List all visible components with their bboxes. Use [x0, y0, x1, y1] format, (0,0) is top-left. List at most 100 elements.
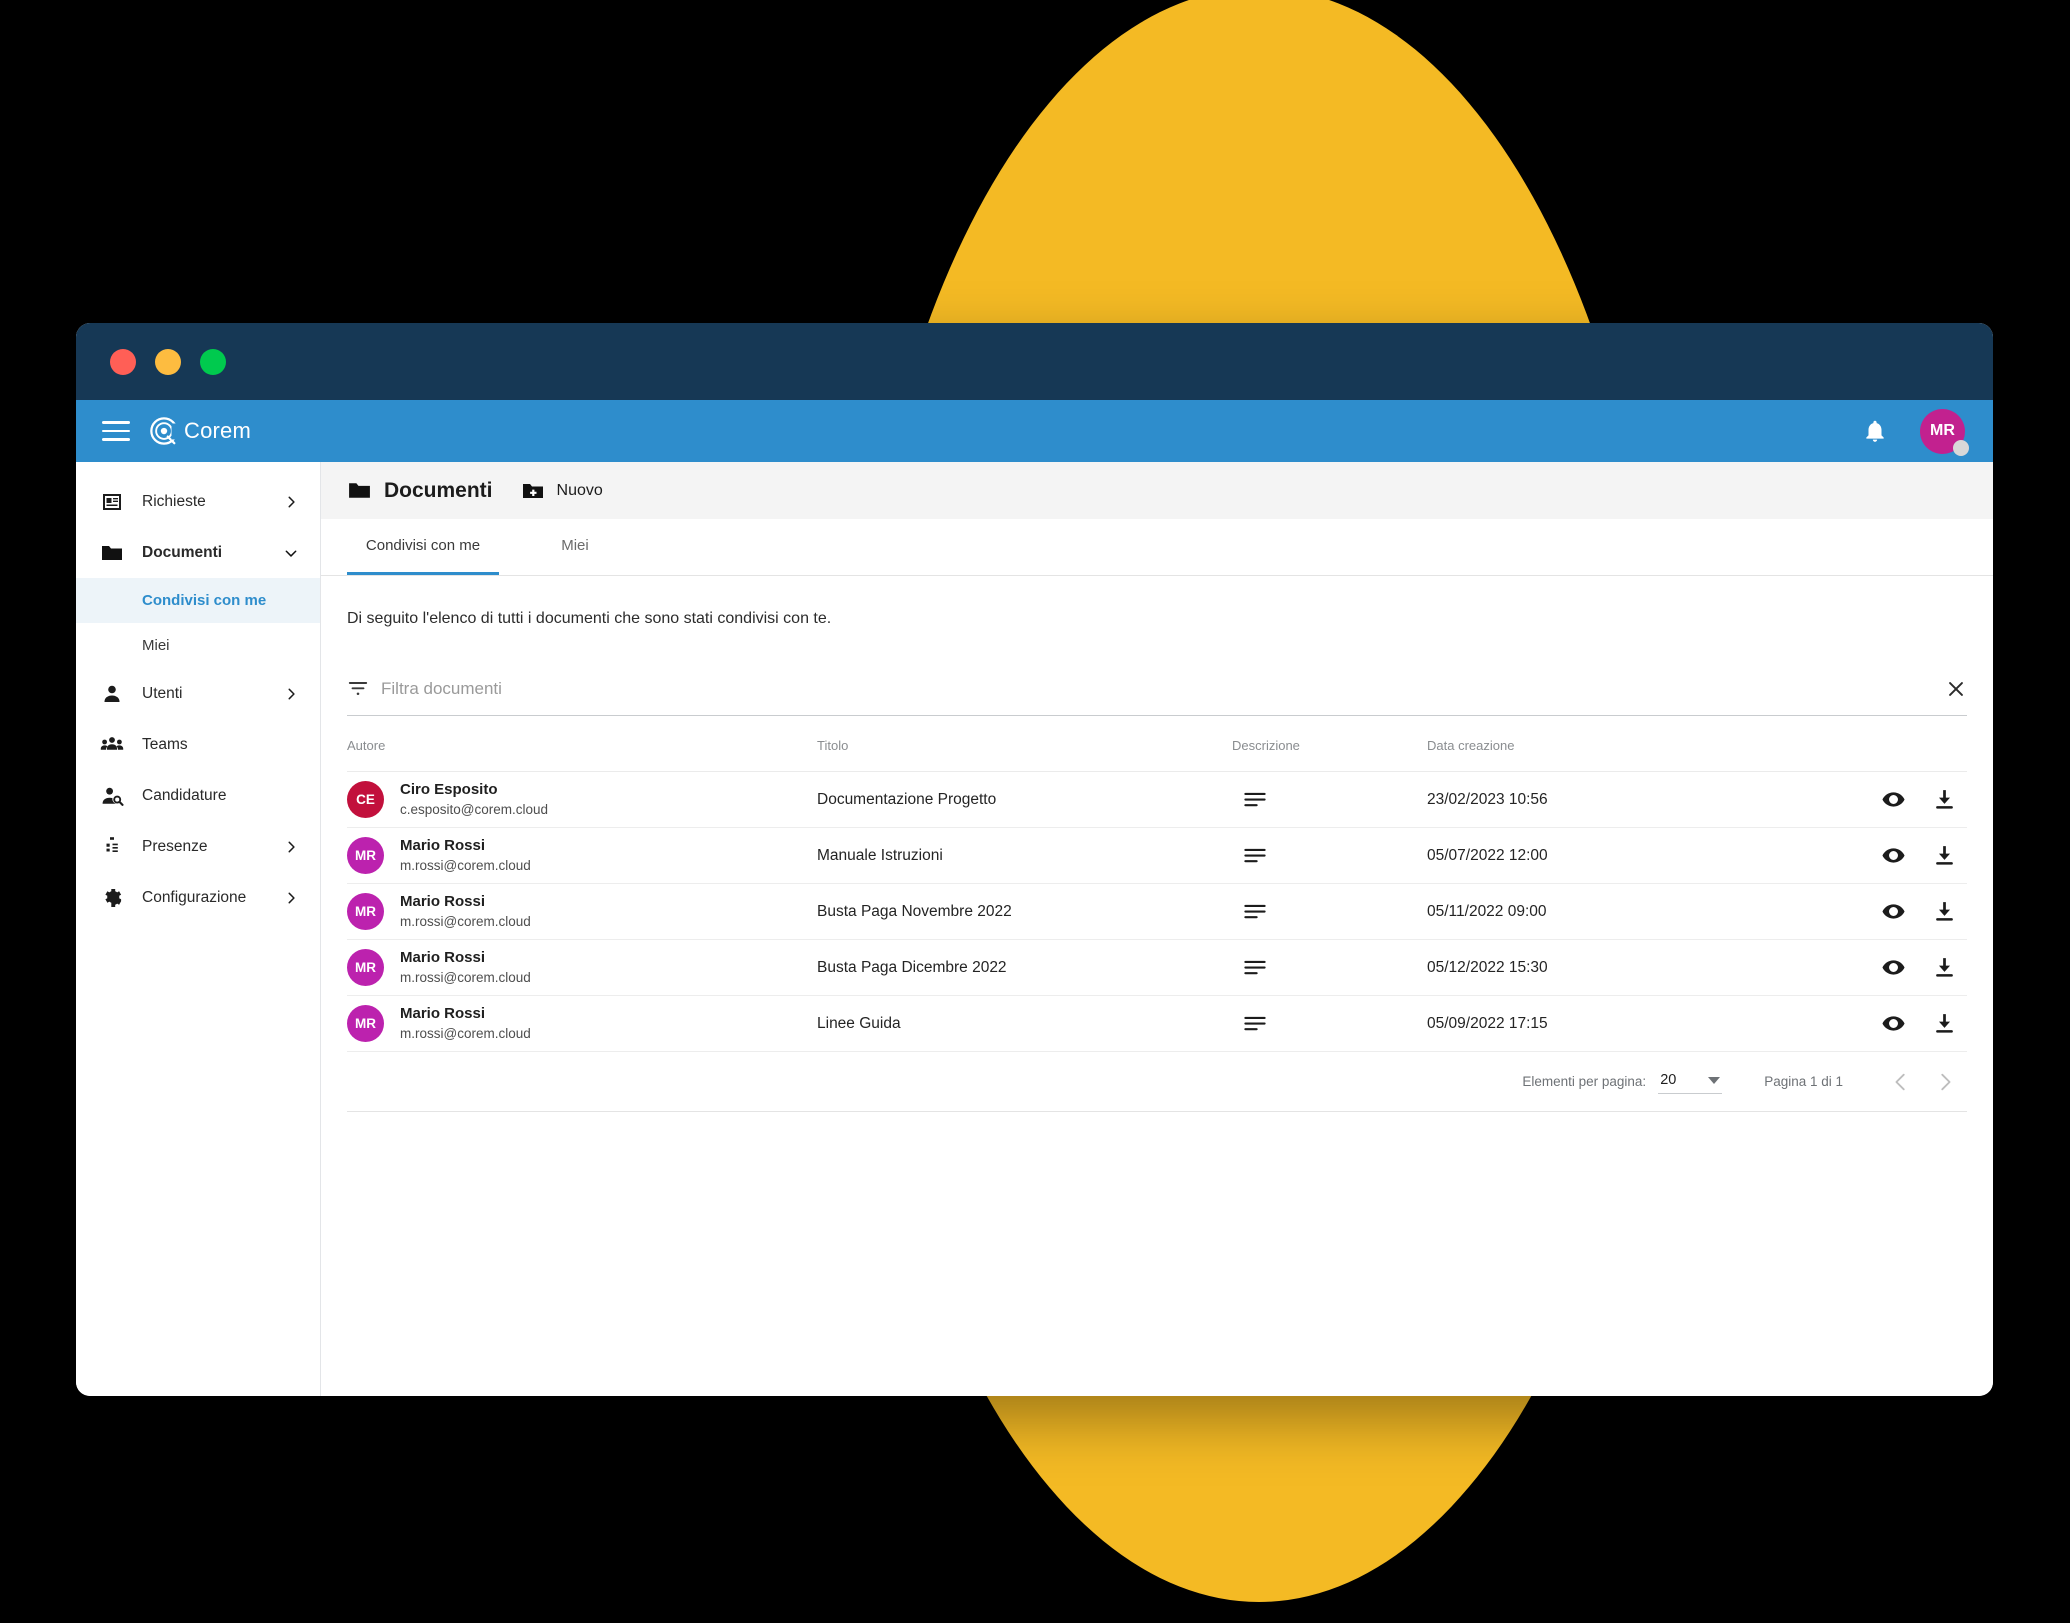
table-row[interactable]: MR Mario Rossi m.rossi@corem.cloud Manua…	[347, 827, 1967, 884]
cell-data-creazione: 05/07/2022 12:00	[1427, 827, 1827, 884]
eye-icon[interactable]	[1881, 955, 1906, 980]
tab-condivisi-con-me[interactable]: Condivisi con me	[347, 519, 499, 575]
text-lines-icon	[1244, 904, 1266, 918]
sidebar-item-presenze[interactable]: Presenze	[76, 821, 320, 872]
cell-autore: CE Ciro Esposito c.esposito@corem.cloud	[347, 771, 817, 828]
sidebar-item-candidature[interactable]: Candidature	[76, 770, 320, 821]
avatar: CE	[347, 781, 384, 818]
description-cell	[1232, 792, 1427, 808]
author-email: m.rossi@corem.cloud	[400, 969, 531, 985]
page-title-group: Documenti	[347, 478, 493, 503]
minimize-window-button[interactable]	[155, 348, 181, 375]
description-cell	[1232, 1016, 1427, 1032]
chevron-right-icon	[288, 688, 295, 699]
eye-icon[interactable]	[1881, 1011, 1906, 1036]
filter-bar[interactable]: Filtra documenti	[347, 662, 1967, 716]
sidebar-item-label: Utenti	[142, 684, 183, 702]
cell-data-creazione: 05/12/2022 15:30	[1427, 939, 1827, 996]
avatar: MR	[347, 893, 384, 930]
people-group-icon	[100, 736, 124, 750]
sidebar-item-miei[interactable]: Miei	[76, 623, 320, 668]
eye-icon[interactable]	[1881, 843, 1906, 868]
chevron-right-icon	[288, 841, 295, 852]
window-titlebar	[76, 323, 1993, 400]
description-cell	[1232, 960, 1427, 976]
sidebar-item-condivisi-con-me[interactable]: Condivisi con me	[76, 578, 320, 623]
zoom-window-button[interactable]	[200, 348, 226, 375]
download-icon[interactable]	[1932, 899, 1957, 924]
download-icon[interactable]	[1932, 843, 1957, 868]
eye-icon[interactable]	[1881, 787, 1906, 812]
author-email: m.rossi@corem.cloud	[400, 857, 531, 873]
table-row[interactable]: MR Mario Rossi m.rossi@corem.cloud Busta…	[347, 883, 1967, 940]
download-icon[interactable]	[1932, 787, 1957, 812]
close-window-button[interactable]	[110, 348, 136, 375]
cell-data-creazione: 23/02/2023 10:56	[1427, 771, 1827, 828]
sidebar-item-label: Documenti	[142, 543, 223, 561]
chevron-down-icon	[285, 549, 297, 557]
items-per-page-select[interactable]: 20	[1658, 1069, 1723, 1094]
items-per-page-label: Elementi per pagina:	[1522, 1074, 1647, 1089]
bell-icon[interactable]	[1862, 417, 1888, 445]
cell-data-creazione: 05/09/2022 17:15	[1427, 995, 1827, 1052]
app-header: Corem MR	[76, 400, 1993, 462]
chevron-left-icon	[1895, 1073, 1905, 1090]
column-header-titolo: Titolo	[817, 716, 1232, 772]
search-input[interactable]: Filtra documenti	[381, 679, 1933, 699]
paginator: Elementi per pagina: 20 Pagina 1 di 1	[347, 1052, 1967, 1112]
corem-logo-icon	[150, 417, 179, 445]
download-icon[interactable]	[1932, 955, 1957, 980]
avatar[interactable]: MR	[1920, 408, 1969, 456]
tab-miei[interactable]: Miei	[499, 519, 651, 575]
column-header-actions	[1827, 716, 1967, 772]
avatar-initials: MR	[355, 1016, 376, 1031]
table-row[interactable]: MR Mario Rossi m.rossi@corem.cloud Busta…	[347, 939, 1967, 996]
cell-actions	[1827, 827, 1967, 884]
cell-actions	[1827, 995, 1967, 1052]
cell-titolo: Linee Guida	[817, 995, 1232, 1052]
sidebar-item-documenti[interactable]: Documenti	[76, 527, 320, 578]
sidebar-subitem-label: Miei	[142, 637, 170, 654]
badge-id-icon	[103, 836, 121, 857]
avatar-initials: CE	[356, 792, 375, 807]
row-actions	[1827, 955, 1967, 980]
table-row[interactable]: CE Ciro Esposito c.esposito@corem.cloud …	[347, 771, 1967, 828]
sidebar-item-label: Presenze	[142, 837, 208, 855]
author-name: Ciro Esposito	[400, 781, 498, 799]
author-name: Mario Rossi	[400, 837, 486, 855]
items-per-page-value: 20	[1660, 1072, 1677, 1088]
sidebar: Richieste Documenti Condivisi con me Mie…	[76, 462, 321, 1396]
table-body: CE Ciro Esposito c.esposito@corem.cloud …	[347, 771, 1967, 1052]
table-row[interactable]: MR Mario Rossi m.rossi@corem.cloud Linee…	[347, 995, 1967, 1052]
avatar: MR	[347, 837, 384, 874]
avatar: MR	[347, 949, 384, 986]
cell-actions	[1827, 883, 1967, 940]
sidebar-item-teams[interactable]: Teams	[76, 719, 320, 770]
column-header-autore: Autore	[347, 716, 817, 772]
documents-table: Autore Titolo Descrizione Data creazione	[347, 716, 1967, 1052]
author-name: Mario Rossi	[400, 949, 486, 967]
sidebar-item-richieste[interactable]: Richieste	[76, 476, 320, 527]
text-lines-icon	[1244, 848, 1266, 862]
avatar: MR	[347, 1005, 384, 1042]
sidebar-item-configurazione[interactable]: Configurazione	[76, 872, 320, 923]
download-icon[interactable]	[1932, 1011, 1957, 1036]
sidebar-item-utenti[interactable]: Utenti	[76, 668, 320, 719]
next-page-button[interactable]	[1923, 1060, 1967, 1104]
folder-plus-icon	[522, 483, 543, 498]
brand[interactable]: Corem	[149, 416, 251, 446]
presence-indicator	[1953, 439, 1969, 456]
brand-label: Corem	[184, 418, 252, 443]
avatar-initials: MR	[355, 904, 376, 919]
author-cell: MR Mario Rossi m.rossi@corem.cloud	[347, 1004, 817, 1042]
hamburger-icon[interactable]	[102, 421, 130, 441]
new-document-button[interactable]: Nuovo	[521, 479, 603, 503]
close-icon[interactable]	[1945, 678, 1967, 700]
sidebar-item-label: Richieste	[142, 492, 206, 510]
eye-icon[interactable]	[1881, 899, 1906, 924]
page-header: Documenti Nuovo	[321, 462, 1993, 519]
cell-descrizione	[1232, 883, 1427, 940]
text-lines-icon	[1244, 792, 1266, 806]
tab-label: Miei	[561, 537, 589, 554]
previous-page-button[interactable]	[1879, 1060, 1923, 1104]
